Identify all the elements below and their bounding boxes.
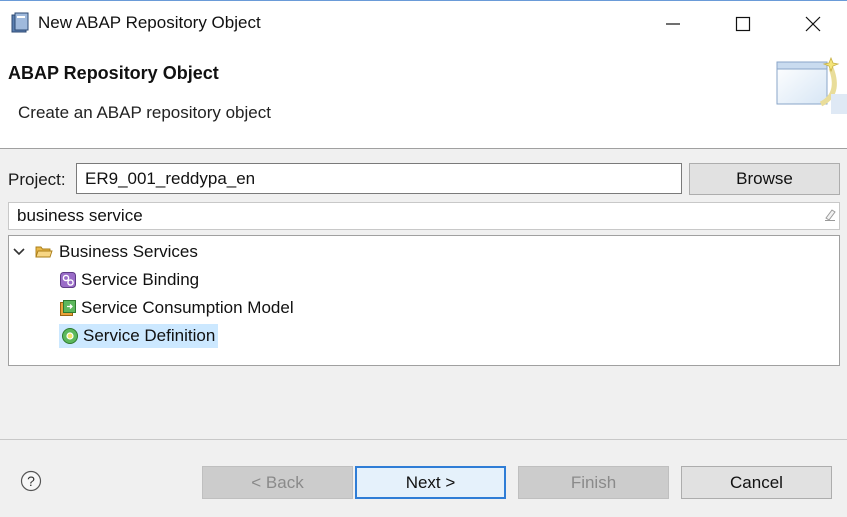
- maximize-button[interactable]: [708, 1, 778, 47]
- tree-folder-label: Business Services: [59, 242, 198, 261]
- tree-folder-business-services[interactable]: Business Services: [13, 240, 201, 264]
- service-definition-icon: [62, 328, 78, 344]
- title-bar: New ABAP Repository Object: [0, 0, 847, 46]
- tree-item-label: Service Binding: [81, 270, 200, 289]
- chevron-down-icon[interactable]: [13, 247, 25, 257]
- finish-button[interactable]: Finish: [518, 466, 669, 499]
- close-icon: [805, 16, 821, 32]
- browse-button[interactable]: Browse: [689, 163, 840, 195]
- page-title: ABAP Repository Object: [8, 63, 219, 83]
- folder-open-icon: [35, 246, 53, 258]
- tree-item-service-consumption-model[interactable]: Service Consumption Model: [59, 296, 297, 320]
- close-button[interactable]: [778, 1, 847, 47]
- tree-item-service-definition[interactable]: Service Definition: [59, 324, 219, 348]
- tree-item-service-binding[interactable]: Service Binding: [59, 268, 202, 292]
- wizard-banner-icon: [776, 56, 847, 114]
- cancel-button[interactable]: Cancel: [681, 466, 832, 499]
- wizard-banner: ABAP Repository Object Create an ABAP re…: [0, 46, 847, 149]
- filter-input[interactable]: [8, 202, 840, 230]
- next-button[interactable]: Next >: [355, 466, 506, 499]
- service-consumption-model-icon: [60, 300, 76, 316]
- tree-item-label: Service Definition: [83, 326, 216, 345]
- svg-text:?: ?: [27, 473, 35, 489]
- eraser-icon[interactable]: [823, 208, 837, 222]
- page-description: Create an ABAP repository object: [18, 103, 271, 122]
- app-icon: [11, 12, 29, 33]
- maximize-icon: [735, 16, 751, 32]
- minimize-button[interactable]: [638, 1, 708, 47]
- project-label: Project:: [8, 170, 66, 189]
- help-icon[interactable]: ?: [20, 470, 42, 492]
- tree-item-label: Service Consumption Model: [81, 298, 294, 317]
- project-input[interactable]: [76, 163, 682, 194]
- back-button[interactable]: < Back: [202, 466, 353, 499]
- object-type-tree[interactable]: Business Services Service Binding Servic…: [8, 235, 840, 366]
- window-title: New ABAP Repository Object: [38, 13, 261, 32]
- minimize-icon: [666, 23, 680, 25]
- service-binding-icon: [60, 272, 76, 288]
